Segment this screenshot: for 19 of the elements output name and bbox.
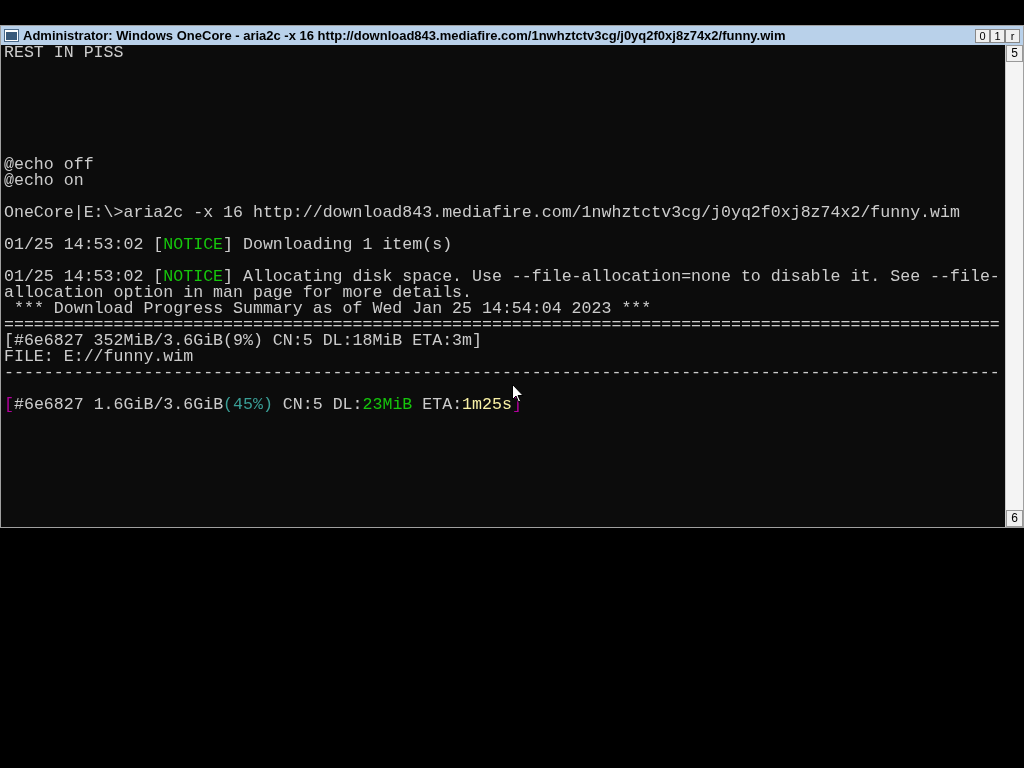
console-line: @echo on <box>4 173 85 189</box>
console-line: [#6e6827 352MiB/3.6GiB(9%) CN:5 DL:18MiB ETA:3m] <box>4 333 483 349</box>
console-line: @echo off <box>4 157 95 173</box>
window-title: Administrator: Windows OneCore - aria2c -x 16 http://download843.mediafire.com/1nwhztctv3cg/j0yq2f0xj8z74x2/funny.wim <box>23 26 786 45</box>
console-icon <box>4 29 19 42</box>
window-control-button[interactable]: 1 <box>990 28 1005 43</box>
console-line: 01/25 14:53:02 [NOTICE] Allocating disk space. Use --file-allocation=none to disable it. See --file-allocation option in man page for more details. <box>4 269 1000 301</box>
scrollbar[interactable]: 5 6 <box>1005 45 1023 527</box>
window-control-button[interactable]: r <box>1005 28 1020 43</box>
console-line: ==================================================================================================== <box>4 317 1000 333</box>
console-line: FILE: E://funny.wim <box>4 349 194 365</box>
console-line: 01/25 14:53:02 [NOTICE] Downloading 1 item(s) <box>4 237 454 253</box>
console-line: ---------------------------------------------------------------------------------------------------- <box>4 365 1000 381</box>
window-control-button[interactable]: 0 <box>975 28 990 43</box>
console-line: *** Download Progress Summary as of Wed Jan 25 14:54:04 2023 *** <box>12 301 653 317</box>
console-line: OneCore|E:\>aria2c -x 16 http://download843.mediafire.com/1nwhztctv3cg/j0yq2f0xj8z74x2/funny.wim <box>4 205 961 221</box>
scroll-down-button[interactable]: 6 <box>1006 510 1023 527</box>
console-line: REST IN PISS <box>4 45 125 61</box>
scroll-up-button[interactable]: 5 <box>1006 45 1023 62</box>
